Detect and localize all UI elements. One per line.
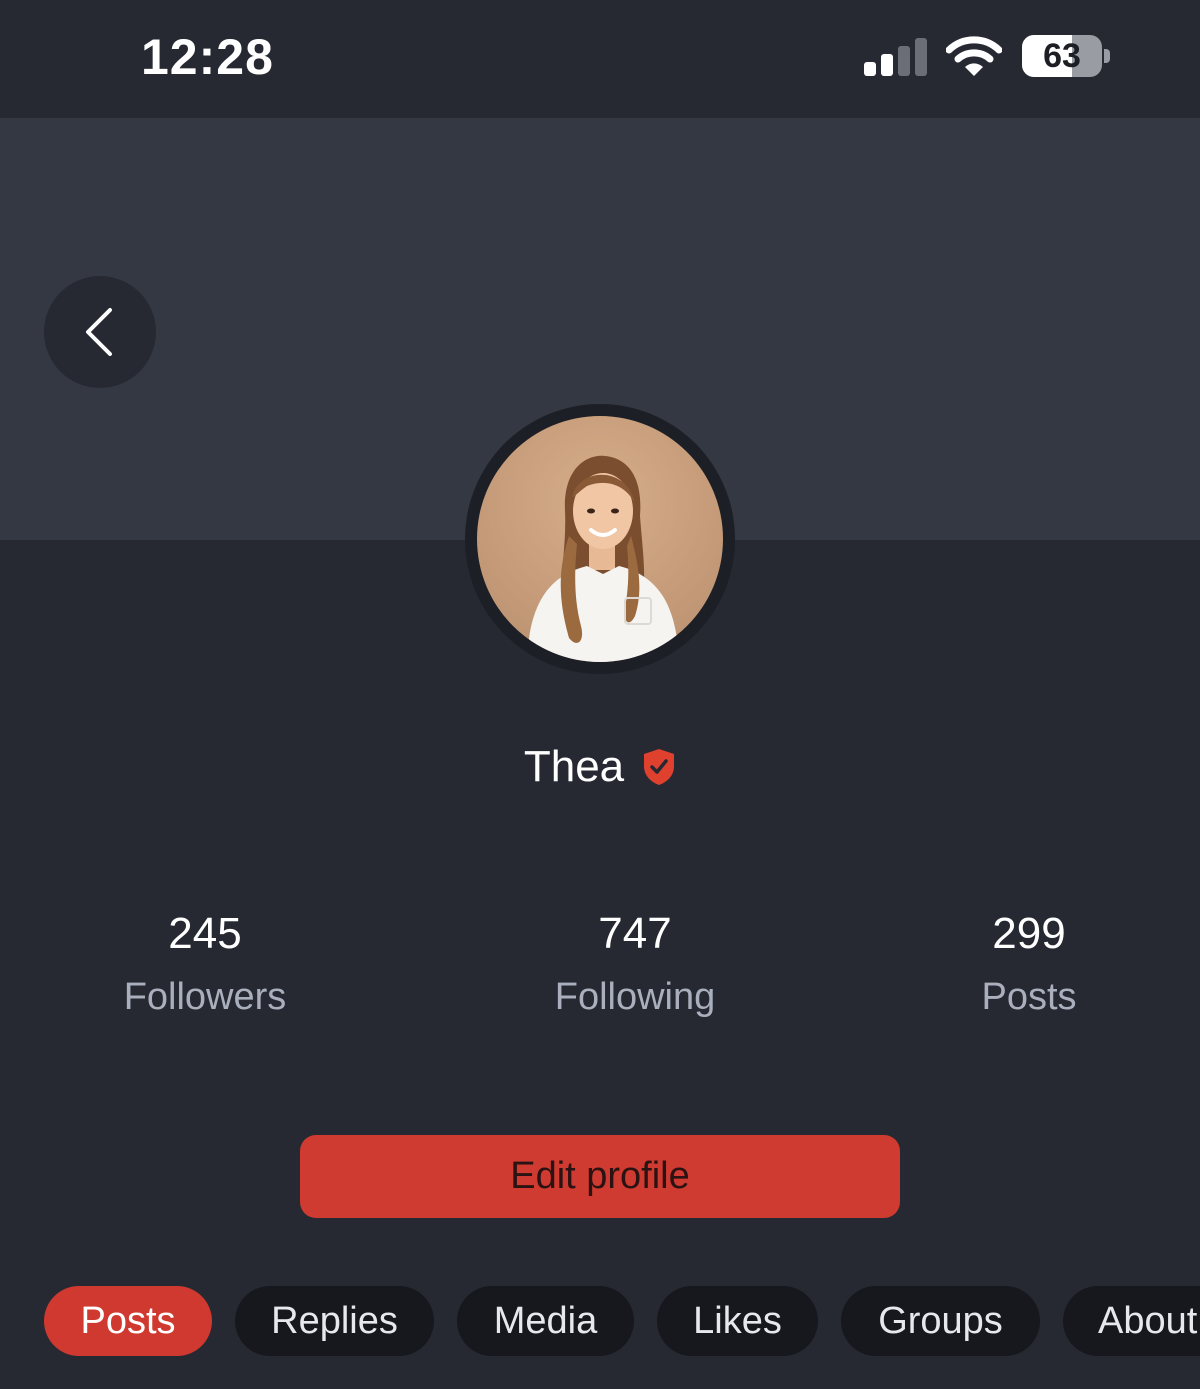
- profile-name: Thea: [523, 742, 625, 791]
- posts-count: 299: [992, 909, 1066, 958]
- back-button[interactable]: [44, 276, 156, 388]
- tab-posts[interactable]: Posts: [44, 1286, 212, 1356]
- edit-profile-button[interactable]: Edit profile: [300, 1135, 900, 1218]
- tab-media[interactable]: Media: [457, 1286, 634, 1356]
- followers-count: 245: [168, 909, 242, 958]
- cellular-signal-icon: [864, 38, 927, 76]
- stat-posts[interactable]: 299 Posts: [879, 908, 1179, 1022]
- avatar-photo: [527, 455, 679, 662]
- tab-about[interactable]: About: [1063, 1286, 1200, 1356]
- verified-shield-icon: [644, 749, 675, 785]
- avatar[interactable]: [477, 416, 723, 662]
- stat-followers[interactable]: 245 Followers: [55, 908, 355, 1022]
- tab-replies[interactable]: Replies: [235, 1286, 434, 1356]
- avatar-ring: [465, 404, 735, 674]
- following-count: 747: [598, 909, 672, 958]
- stat-following[interactable]: 747 Following: [485, 908, 785, 1022]
- battery-cap: [1104, 49, 1110, 63]
- status-bar: 12:28 63: [0, 0, 1200, 118]
- wifi-icon: [946, 36, 1002, 76]
- chevron-left-icon: [86, 308, 112, 356]
- profile-name-row: Thea: [0, 742, 1200, 792]
- tab-likes[interactable]: Likes: [657, 1286, 818, 1356]
- followers-label: Followers: [123, 976, 287, 1018]
- posts-label: Posts: [981, 976, 1077, 1018]
- following-label: Following: [554, 976, 716, 1018]
- status-time: 12:28: [141, 29, 274, 85]
- tab-groups[interactable]: Groups: [841, 1286, 1040, 1356]
- battery-icon: 63: [1022, 35, 1102, 77]
- battery-level: 63: [1043, 36, 1081, 75]
